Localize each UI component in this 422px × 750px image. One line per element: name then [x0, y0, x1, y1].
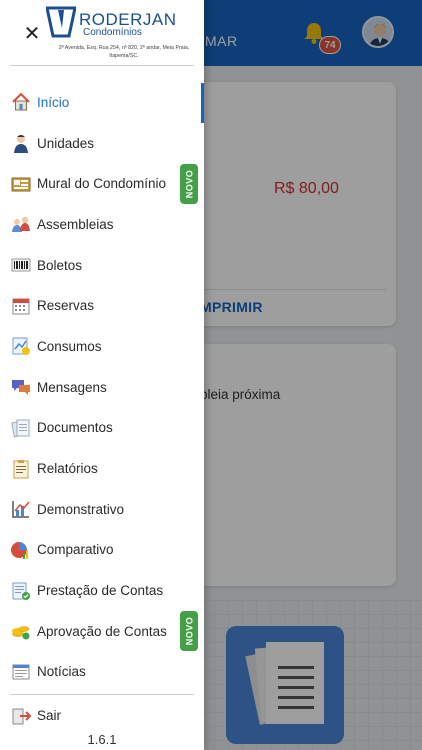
- logo-address: 2ª Avenida, Esq. Rua 254, nº 820, 2º and…: [58, 45, 190, 59]
- menu-item-label: Documentos: [37, 420, 113, 436]
- menu-item-label: Prestação de Contas: [37, 583, 164, 599]
- logout-icon: [11, 706, 31, 726]
- news-icon: [11, 662, 31, 682]
- compare-icon: [11, 540, 31, 560]
- new-badge-label: NOVO: [184, 617, 195, 646]
- menu-item-prestacao[interactable]: Prestação de Contas: [0, 570, 204, 611]
- coins-icon: [11, 621, 31, 641]
- menu-item-demonstrativo[interactable]: Demonstrativo: [0, 489, 204, 530]
- top-divider: [10, 65, 194, 66]
- app-version: 1.6.1: [87, 732, 117, 747]
- menu-item-relatorios[interactable]: Relatórios: [0, 448, 204, 489]
- new-badge: NOVO: [180, 163, 198, 204]
- menu-item-consumos[interactable]: Consumos: [0, 326, 204, 367]
- menu-item-label: Mural do Condomínio: [37, 176, 167, 192]
- new-badge: NOVO: [180, 611, 198, 652]
- menu-item-inicio[interactable]: Início: [0, 82, 204, 123]
- menu-item-label: Início: [37, 94, 70, 110]
- menu-item-label: Notícias: [37, 664, 86, 680]
- meter-icon: [11, 336, 31, 356]
- people-icon: [11, 214, 31, 234]
- menu-item-label: Mensagens: [37, 379, 107, 395]
- menu-item-mural[interactable]: Mural do Condomínio NOVO: [0, 163, 204, 204]
- board-icon: [11, 174, 31, 194]
- chart-icon: [11, 499, 31, 519]
- menu-item-noticias[interactable]: Notícias: [0, 652, 204, 693]
- menu-item-label: Boletos: [37, 257, 83, 273]
- menu-item-reservas[interactable]: Reservas: [0, 285, 204, 326]
- report-icon: [11, 459, 31, 479]
- close-icon[interactable]: ✕: [21, 22, 43, 45]
- menu-item-assembleias[interactable]: Assembleias: [0, 204, 204, 245]
- new-badge-label: NOVO: [184, 169, 195, 198]
- menu-item-mensagens[interactable]: Mensagens: [0, 367, 204, 408]
- menu-item-label: Consumos: [37, 338, 102, 354]
- menu-item-label: Assembleias: [37, 216, 114, 232]
- documents-icon: [11, 418, 31, 438]
- menu-item-comparativo[interactable]: Comparativo: [0, 530, 204, 571]
- drawer-menu: Início Unidades Mural do Condomínio NOVO…: [0, 82, 204, 692]
- menu-item-label: Unidades: [37, 135, 95, 151]
- chat-icon: [11, 377, 31, 397]
- menu-item-boletos[interactable]: Boletos: [0, 245, 204, 286]
- navigation-drawer: ✕ RODERJAN Condomínios 2ª Avenida, Esq. …: [0, 0, 204, 750]
- logo-subtitle: Condomínios: [83, 27, 142, 38]
- logout-button[interactable]: Sair: [0, 701, 204, 731]
- bottom-divider: [10, 694, 194, 695]
- logo-mark-icon: [46, 6, 76, 38]
- menu-item-label: Demonstrativo: [37, 501, 125, 517]
- home-icon: [11, 92, 31, 112]
- menu-item-aprovacao[interactable]: Aprovação de Contas NOVO: [0, 611, 204, 652]
- calendar-icon: [11, 296, 31, 316]
- barcode-icon: [11, 255, 31, 275]
- logout-label: Sair: [37, 708, 62, 723]
- accounts-icon: [11, 581, 31, 601]
- person-icon: [11, 133, 31, 154]
- menu-item-documentos[interactable]: Documentos: [0, 408, 204, 449]
- menu-item-unidades[interactable]: Unidades: [0, 123, 204, 164]
- menu-item-label: Reservas: [37, 298, 95, 314]
- menu-item-label: Aprovação de Contas: [37, 623, 167, 639]
- menu-item-label: Comparativo: [37, 542, 114, 558]
- company-logo: RODERJAN Condomínios 2ª Avenida, Esq. Ru…: [46, 6, 196, 62]
- menu-item-label: Relatórios: [37, 461, 98, 477]
